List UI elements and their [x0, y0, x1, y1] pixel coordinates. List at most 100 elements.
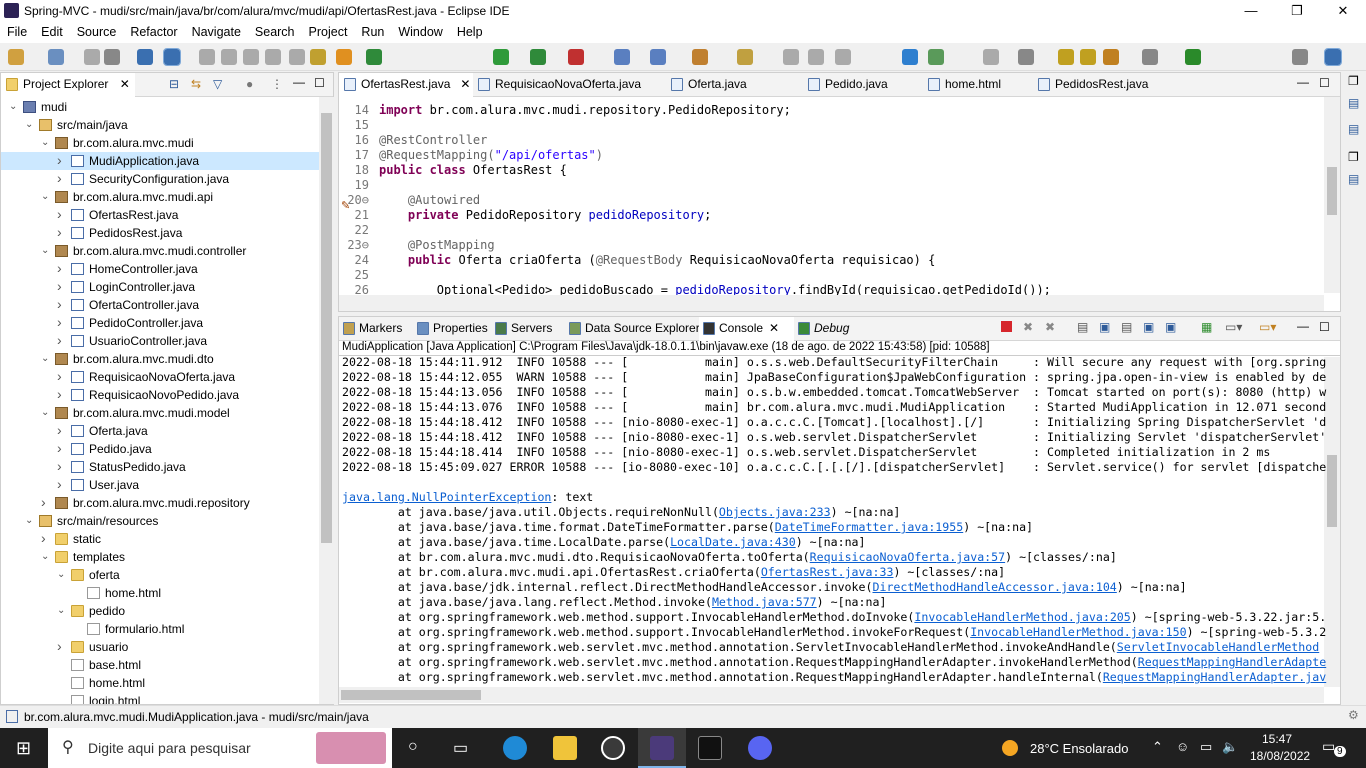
step-into-icon[interactable] [289, 49, 305, 65]
editor-hscrollbar[interactable] [339, 295, 1324, 311]
scrollbar-thumb[interactable] [321, 113, 332, 543]
filter-icon[interactable]: ▽ [213, 77, 222, 91]
chevron-right-icon[interactable]: › [57, 385, 62, 403]
taskbar-search-box[interactable]: ⚲ Digite aqui para pesquisar [48, 728, 392, 768]
editor-tab-requisicaonovaoferta-java[interactable]: RequisicaoNovaOferta.java [473, 73, 666, 97]
pin-icon[interactable] [928, 49, 944, 65]
forward-icon[interactable] [1080, 49, 1096, 65]
perspective-icon[interactable] [1142, 49, 1158, 65]
minimize-view-icon[interactable]: — [293, 75, 305, 89]
outline-icon[interactable]: ▤ [1348, 96, 1359, 110]
clock-date[interactable]: 18/08/2022 [1250, 749, 1310, 763]
menu-search[interactable]: Search [248, 22, 302, 39]
tree-item[interactable]: ⌄ br.com.alura.mvc.mudi.api [1, 188, 319, 206]
chevron-right-icon[interactable]: › [57, 277, 62, 295]
chevron-right-icon[interactable]: › [57, 313, 62, 331]
menu-source[interactable]: Source [70, 22, 124, 39]
new-package-icon[interactable] [650, 49, 666, 65]
next-annotation-icon[interactable] [983, 49, 999, 65]
chevron-right-icon[interactable]: › [57, 421, 62, 439]
git-perspective-icon[interactable] [1324, 48, 1342, 66]
search-icon[interactable] [783, 49, 799, 65]
link-editor-icon[interactable]: ⇆ [191, 77, 201, 91]
chevron-right-icon[interactable]: › [57, 457, 62, 475]
stack-link[interactable]: InvocableHandlerMethod.java:150 [970, 625, 1186, 639]
menu-help[interactable]: Help [450, 22, 490, 39]
restore-icon[interactable]: ❐ [1348, 150, 1359, 164]
terminate-icon[interactable] [243, 49, 259, 65]
editor-tab-oferta-java[interactable]: Oferta.java [666, 73, 803, 97]
run-icon[interactable] [493, 49, 509, 65]
code-editor[interactable]: 14 import br.com.alura.mvc.mudi.repositor… [339, 97, 1324, 297]
chevron-down-icon[interactable]: ⌄ [41, 404, 49, 422]
cortana-icon[interactable]: ○ [408, 738, 418, 756]
prev-annotation-icon[interactable] [1018, 49, 1034, 65]
tree-item[interactable]: ⌄ pedido [1, 602, 319, 620]
chevron-right-icon[interactable]: › [57, 205, 62, 223]
chevron-right-icon[interactable]: › [57, 223, 62, 241]
tree-item[interactable]: ⌄ src/main/java [1, 116, 319, 134]
task-view-icon[interactable]: ▭ [453, 738, 468, 758]
tree-item[interactable]: › PedidosRest.java [1, 224, 319, 242]
menu-edit[interactable]: Edit [34, 22, 70, 39]
collapse-all-icon[interactable]: ⊟ [169, 77, 179, 91]
console-hscrollbar[interactable] [339, 687, 1324, 703]
tree-item[interactable]: › static [1, 530, 319, 548]
stack-link[interactable]: DateTimeFormatter.java:1955 [775, 520, 963, 534]
print-icon[interactable] [104, 49, 120, 65]
close-icon[interactable]: ✕ [120, 77, 130, 91]
open-console-icon[interactable]: ▭▾ [1259, 320, 1276, 334]
tree-item[interactable]: ⌄ oferta [1, 566, 319, 584]
editor-tab-home-html[interactable]: home.html [923, 73, 1033, 97]
debug-perspective-icon[interactable] [1292, 49, 1308, 65]
focus-icon[interactable]: ● [246, 77, 253, 91]
tree-item[interactable]: › StatusPedido.java [1, 458, 319, 476]
menu-project[interactable]: Project [302, 22, 355, 39]
toggle-mark-icon[interactable] [163, 48, 181, 66]
tree-item[interactable]: › Oferta.java [1, 422, 319, 440]
weather-text[interactable]: 28°C Ensolarado [1030, 741, 1128, 756]
stack-link[interactable]: Method.java:577 [712, 595, 817, 609]
skip-breakpoints-icon[interactable] [199, 49, 215, 65]
tree-item[interactable]: › HomeController.java [1, 260, 319, 278]
minimize-view-icon[interactable]: — [1297, 319, 1309, 333]
step-over-icon[interactable] [310, 49, 326, 65]
show-stderr-icon[interactable]: ▣ [1165, 320, 1176, 334]
tree-item[interactable]: formulario.html [1, 620, 319, 638]
tab-console[interactable]: Console ✕ [699, 317, 794, 341]
menu-file[interactable]: File [0, 22, 34, 39]
tab-debug[interactable]: Debug [794, 317, 864, 341]
last-edit-icon[interactable] [1103, 49, 1119, 65]
chevron-down-icon[interactable]: ⌄ [41, 242, 49, 260]
scrollbar-thumb[interactable] [1327, 455, 1337, 527]
tree-item[interactable]: ⌄ br.com.alura.mvc.mudi.model [1, 404, 319, 422]
open-task-icon[interactable] [737, 49, 753, 65]
progress-icon[interactable]: ⚙ [1348, 708, 1359, 722]
windows-start-icon[interactable]: ⊞ [16, 738, 31, 759]
stack-link[interactable]: OfertasRest.java:33 [761, 565, 894, 579]
stack-link[interactable]: RequestMappingHandlerAdapte [1138, 655, 1326, 669]
tree-item[interactable]: home.html [1, 674, 319, 692]
run-server-icon[interactable] [568, 49, 584, 65]
menu-run[interactable]: Run [354, 22, 391, 39]
pin-console-icon[interactable]: ▦ [1201, 320, 1212, 334]
terminal-icon[interactable] [698, 736, 722, 760]
display-console-icon[interactable]: ▭▾ [1225, 320, 1242, 334]
remove-all-icon[interactable]: ✖ [1045, 320, 1055, 334]
menu-refactor[interactable]: Refactor [123, 22, 184, 39]
maximize-view-icon[interactable]: ☐ [314, 76, 325, 90]
scroll-lock-icon[interactable]: ▣ [1099, 320, 1110, 334]
tree-item[interactable]: › RequisicaoNovaOferta.java [1, 368, 319, 386]
back-icon[interactable] [1058, 49, 1074, 65]
tree-item[interactable]: › LoginController.java [1, 278, 319, 296]
chevron-right-icon[interactable]: › [57, 151, 62, 169]
tree-item[interactable]: › Pedido.java [1, 440, 319, 458]
declaration-icon[interactable]: ▤ [1348, 172, 1359, 186]
explorer-scrollbar[interactable] [319, 97, 334, 704]
menu-window[interactable]: Window [391, 22, 449, 39]
tree-item[interactable]: ⌄ br.com.alura.mvc.mudi.dto [1, 350, 319, 368]
java-perspective-icon[interactable] [1185, 49, 1201, 65]
editor-tab-pedido-java[interactable]: Pedido.java [803, 73, 923, 97]
restore-icon[interactable]: ❐ [1348, 74, 1359, 88]
stack-link[interactable]: Objects.java:233 [719, 505, 831, 519]
